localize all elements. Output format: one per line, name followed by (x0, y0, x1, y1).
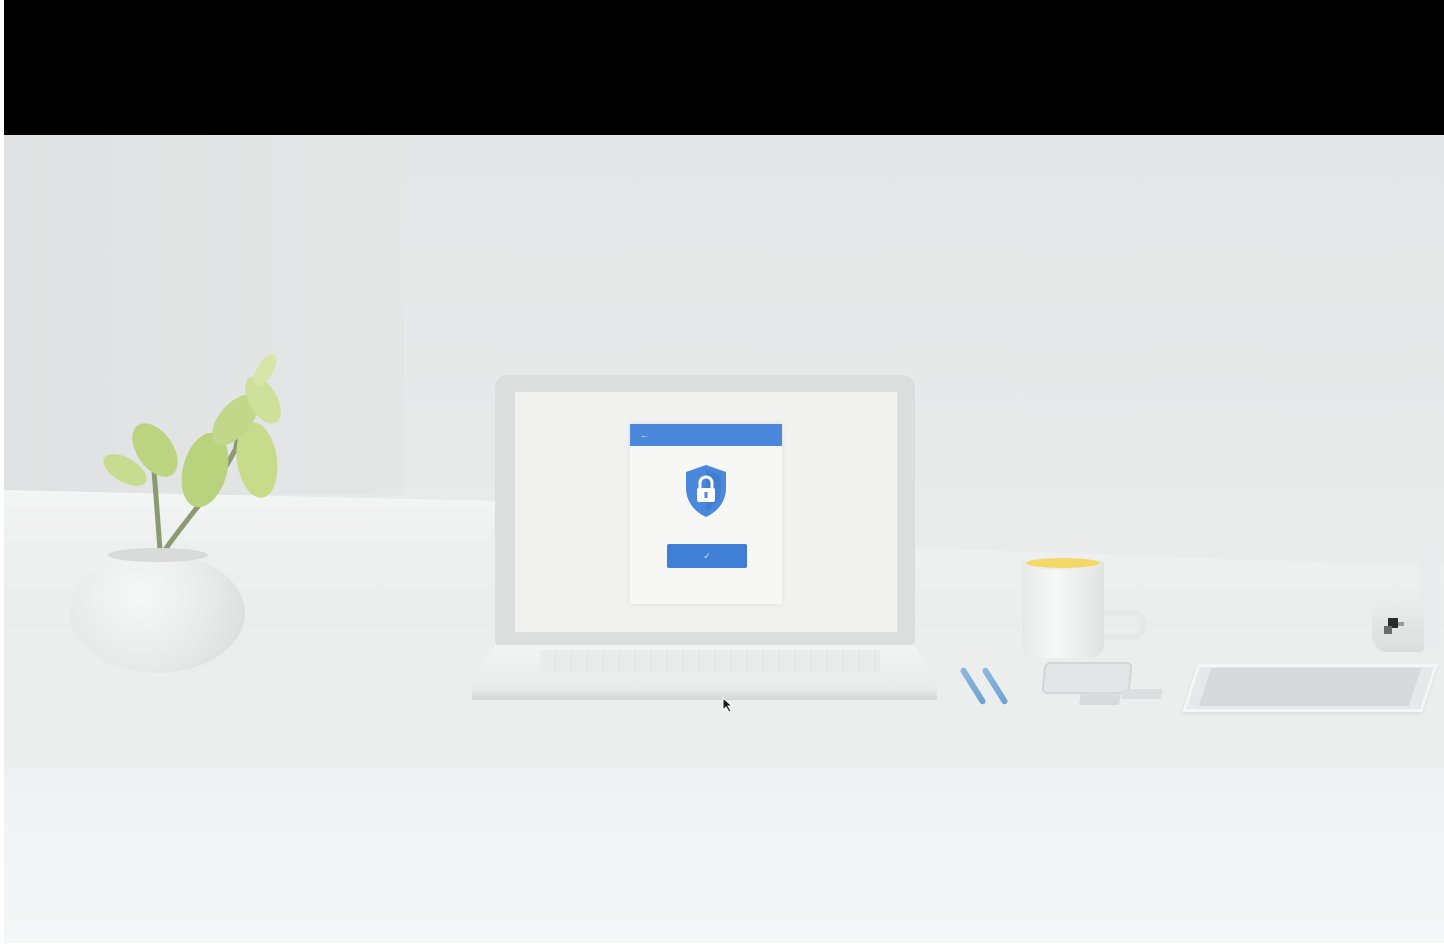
gadget-detail-icon (1384, 618, 1404, 634)
video-frame: ← ✓ (0, 0, 1444, 945)
mug-rim (1024, 556, 1102, 570)
confirm-button[interactable]: ✓ (667, 544, 747, 568)
desk-surface (4, 767, 1444, 943)
plant-pot (70, 553, 245, 673)
phone (1041, 662, 1133, 694)
lock-shield-icon (686, 465, 726, 517)
mug-handle (1097, 610, 1147, 640)
coffee-mug (1022, 560, 1104, 658)
tablet-screen (1198, 668, 1422, 706)
plant-pot-rim (108, 548, 208, 562)
security-dialog: ← ✓ (630, 424, 782, 604)
binder-clip (1078, 693, 1122, 705)
binder-clip (1121, 689, 1163, 699)
dialog-header: ← (630, 424, 782, 446)
letterbox-bar (4, 0, 1444, 135)
back-arrow-icon[interactable]: ← (640, 428, 649, 442)
mouse-cursor-icon (722, 697, 734, 713)
laptop-keyboard (540, 650, 880, 672)
plant-leaves (103, 353, 281, 552)
check-icon: ✓ (703, 551, 711, 561)
